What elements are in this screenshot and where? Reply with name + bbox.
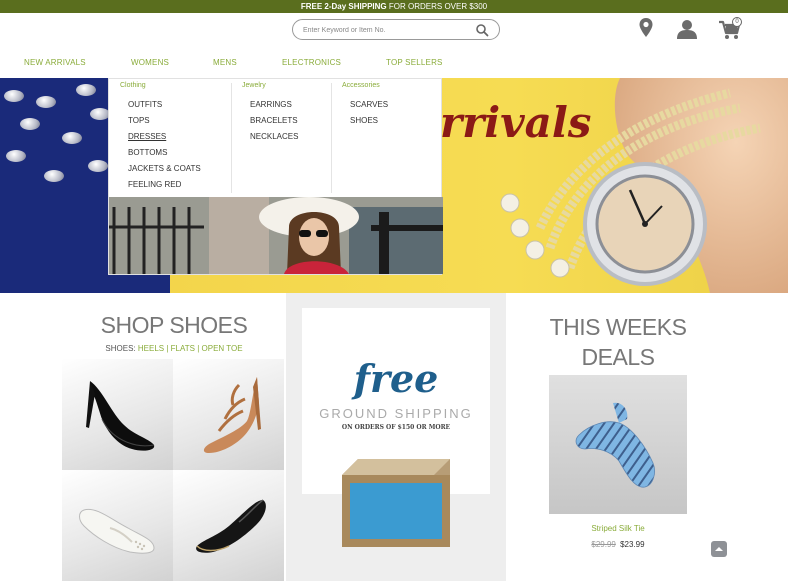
mega-column-clothing: Clothing OUTFITS TOPS DRESSES BOTTOMS JA… — [120, 82, 201, 193]
scroll-to-top-button[interactable] — [711, 541, 727, 557]
mega-link-dresses[interactable]: DRESSES — [128, 129, 201, 145]
womens-mega-menu: Clothing OUTFITS TOPS DRESSES BOTTOMS JA… — [108, 78, 443, 275]
deals-title: THIS WEEKS DEALS — [536, 312, 700, 372]
shipping-bar-text: FOR ORDERS OVER $300 — [386, 2, 488, 11]
filter-flats-link[interactable]: FLATS — [171, 344, 195, 353]
watch-illustration — [500, 78, 788, 293]
deal-sale-price: $23.99 — [620, 540, 645, 549]
search-box[interactable] — [292, 19, 500, 40]
hero-stud — [90, 108, 110, 120]
deal-product-name[interactable]: Striped Silk Tie — [549, 524, 687, 533]
hero-stud — [88, 160, 108, 172]
mega-divider — [331, 83, 332, 193]
black-pointed-flat-image — [196, 499, 266, 553]
mega-heading-accessories[interactable]: Accessories — [342, 82, 388, 89]
shipping-bar-bold: FREE 2-Day SHIPPING — [300, 2, 387, 11]
shoe-filter-bar: SHOES: HEELS | FLATS | OPEN TOE — [62, 344, 286, 353]
user-icon[interactable] — [676, 19, 698, 39]
shoe-grid — [62, 359, 284, 581]
nav-electronics[interactable]: ELECTRONICS — [282, 58, 341, 67]
tan-strappy-sandal-image — [203, 377, 261, 453]
filter-divider: | — [197, 344, 200, 353]
hero-stud — [20, 118, 40, 130]
mega-link-tops[interactable]: TOPS — [128, 113, 201, 129]
free-headline: free — [353, 356, 439, 401]
shipping-box-illustration — [342, 459, 450, 547]
deals-title-line1: THIS WEEKS — [549, 314, 687, 340]
search-input[interactable] — [303, 23, 473, 37]
mega-link-feeling-red[interactable]: FEELING RED — [128, 177, 201, 193]
search-icon[interactable] — [475, 23, 489, 37]
filter-open-toe-link[interactable]: OPEN TOE — [202, 344, 243, 353]
shoe-tile-tan-sandal[interactable] — [173, 359, 284, 470]
hero-stud — [6, 150, 26, 162]
location-icon[interactable] — [638, 17, 654, 39]
shoe-filter-label: SHOES: — [105, 344, 136, 353]
shoe-tile-black-heel[interactable] — [62, 359, 173, 470]
filter-heels-link[interactable]: HEELS — [138, 344, 164, 353]
mega-link-bracelets[interactable]: BRACELETS — [250, 113, 298, 129]
mega-link-shoes[interactable]: SHOES — [350, 113, 388, 129]
free-shipping-promo[interactable]: free GROUND SHIPPING ON ORDERS OF $150 O… — [286, 293, 506, 581]
mega-heading-jewelry[interactable]: Jewelry — [242, 82, 298, 89]
black-slingback-heel-image — [86, 381, 155, 451]
deals-title-line2: DEALS — [581, 344, 655, 370]
deal-product-price: $29.99 $23.99 — [549, 540, 687, 549]
mega-divider — [231, 83, 232, 193]
hero-stud — [44, 170, 64, 182]
woman-sunglasses-photo — [109, 197, 443, 274]
shoe-tile-black-flat[interactable] — [173, 470, 284, 581]
deal-old-price: $29.99 — [591, 540, 616, 549]
mega-link-outfits[interactable]: OUTFITS — [128, 97, 201, 113]
nav-new-arrivals[interactable]: NEW ARRIVALS — [24, 58, 86, 67]
shop-shoes-title: SHOP SHOES — [100, 312, 248, 338]
filter-divider: | — [166, 344, 169, 353]
nav-womens[interactable]: WOMENS — [131, 58, 169, 67]
mega-link-scarves[interactable]: SCARVES — [350, 97, 388, 113]
mega-link-necklaces[interactable]: NECKLACES — [250, 129, 298, 145]
deal-product-image[interactable] — [549, 375, 687, 514]
shoe-tile-white-flat[interactable] — [62, 470, 173, 581]
mega-link-earrings[interactable]: EARRINGS — [250, 97, 298, 113]
hero-stud — [36, 96, 56, 108]
cart-count-badge[interactable]: 0 — [732, 17, 742, 27]
hero-stud — [76, 84, 96, 96]
mega-column-accessories: Accessories SCARVES SHOES — [342, 82, 388, 129]
mega-menu-promo-image[interactable] — [109, 197, 443, 274]
mega-link-jackets-coats[interactable]: JACKETS & COATS — [128, 161, 201, 177]
nav-mens[interactable]: MENS — [213, 58, 237, 67]
mega-column-jewelry: Jewelry EARRINGS BRACELETS NECKLACES — [242, 82, 298, 145]
nav-top-sellers[interactable]: TOP SELLERS — [386, 58, 443, 67]
white-flat-image — [79, 508, 155, 554]
ground-shipping-text: GROUND SHIPPING — [319, 406, 473, 421]
mega-link-bottoms[interactable]: BOTTOMS — [128, 145, 201, 161]
striped-tie-image — [575, 402, 655, 488]
minimum-order-note: ON ORDERS OF $150 OR MORE — [341, 424, 451, 431]
hero-stud — [4, 90, 24, 102]
mega-heading-clothing[interactable]: Clothing — [120, 82, 201, 89]
free-shipping-bar: FREE 2-Day SHIPPING FOR ORDERS OVER $300 — [0, 0, 788, 13]
hero-stud — [62, 132, 82, 144]
main-nav: NEW ARRIVALS WOMENS MENS ELECTRONICS TOP… — [0, 58, 788, 72]
chevron-up-icon — [715, 547, 723, 551]
